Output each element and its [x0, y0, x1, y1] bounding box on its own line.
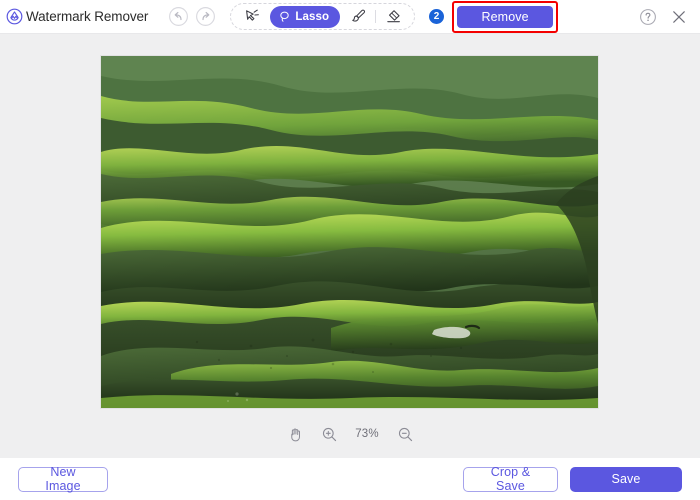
close-button[interactable] — [669, 7, 688, 26]
redo-button[interactable] — [195, 6, 216, 27]
zoom-in-button[interactable] — [319, 424, 339, 444]
remove-button[interactable]: Remove — [457, 5, 554, 28]
eraser-icon — [386, 10, 400, 23]
zoom-out-button[interactable] — [395, 424, 415, 444]
lasso-tool[interactable]: Lasso — [270, 5, 341, 28]
zoom-in-icon — [322, 427, 336, 441]
history-controls — [168, 6, 216, 27]
source-image[interactable] — [101, 56, 598, 408]
lasso-tool-label: Lasso — [295, 10, 330, 23]
waterdrop-logo-icon — [6, 8, 23, 25]
hand-pan-icon — [290, 428, 300, 441]
magic-wand-tool[interactable] — [237, 5, 267, 28]
remove-highlight-box: Remove — [452, 0, 559, 33]
eraser-tool[interactable] — [378, 5, 408, 28]
app-header: Watermark Remover Lasso 2 Remove — [0, 0, 700, 33]
footer-actions: Crop & Save Save — [463, 465, 682, 493]
brush-tool[interactable] — [343, 5, 373, 28]
crop-and-save-button[interactable]: Crop & Save — [463, 465, 558, 493]
zoom-toolbar: 73% — [0, 422, 700, 446]
brush-icon — [351, 9, 365, 22]
new-image-button[interactable]: New Image — [18, 465, 108, 493]
save-button[interactable]: Save — [570, 466, 682, 492]
brand: Watermark Remover — [6, 8, 148, 25]
editor-canvas: 73% — [0, 33, 700, 458]
help-circle-icon — [639, 8, 656, 25]
tool-divider — [375, 10, 377, 23]
help-button[interactable] — [638, 7, 657, 26]
app-footer: New Image Crop & Save Save — [0, 458, 700, 500]
undo-button[interactable] — [168, 6, 189, 27]
zoom-out-icon — [398, 427, 412, 441]
close-x-icon — [672, 10, 685, 23]
hand-pan-tool[interactable] — [285, 424, 305, 444]
magic-wand-icon — [245, 9, 259, 21]
lasso-icon — [280, 11, 290, 22]
step-badge: 2 — [429, 9, 445, 24]
header-right-controls — [638, 7, 690, 26]
watermark-remover-window: Watermark Remover Lasso 2 Remove 73% New… — [0, 0, 700, 500]
zoom-level-label: 73% — [355, 428, 379, 440]
app-title: Watermark Remover — [26, 9, 149, 24]
tool-group: Lasso — [230, 3, 416, 30]
